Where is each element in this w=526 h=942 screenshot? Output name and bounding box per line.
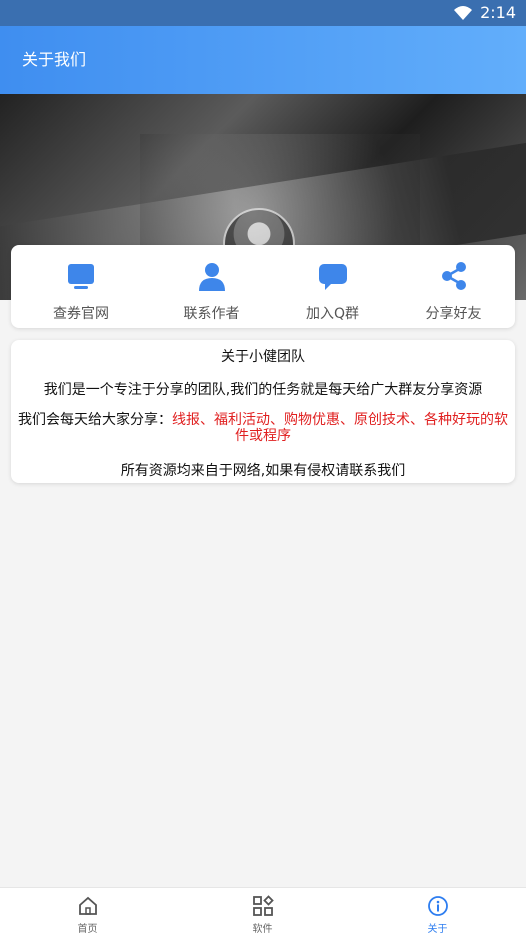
nav-about[interactable]: 关于 [350,888,525,942]
about-card: 关于小健团队 我们是一个专注于分享的团队,我们的任务就是每天给广大群友分享资源 … [11,340,515,483]
chat-icon [318,264,347,290]
nav-label: 首页 [77,924,98,935]
action-label: 查券官网 [53,306,109,322]
about-mission: 我们是一个专注于分享的团队,我们的任务就是每天给广大群友分享资源 [43,382,483,398]
app-bar: 关于我们 [0,26,526,94]
share-list-items: 线报、福利活动、购物优惠、原创技术、各种好玩的软件或程序 [172,412,508,444]
nav-home[interactable]: 首页 [0,888,175,942]
action-coupon-site[interactable]: 查券官网 [11,245,151,328]
page-title: 关于我们 [22,50,87,69]
action-label: 分享好友 [425,306,482,322]
action-label: 联系作者 [183,306,240,322]
nav-label: 关于 [427,924,448,935]
status-bar: 2:14 [0,0,526,26]
bottom-navigation: 首页 软件 关于 [0,887,526,942]
action-label: 加入Q群 [305,306,360,322]
status-time: 2:14 [480,3,516,22]
share-list-prefix: 我们会每天给大家分享： [18,412,172,428]
about-share-list: 我们会每天给大家分享：线报、福利活动、购物优惠、原创技术、各种好玩的软件或程序 [18,412,508,444]
action-join-group[interactable]: 加入Q群 [272,245,393,328]
nav-software[interactable]: 软件 [175,888,350,942]
share-icon [441,262,466,290]
info-icon [427,896,448,916]
apps-icon [252,895,274,916]
about-disclaimer: 所有资源均来自于网络,如果有侵权请联系我们 [120,463,406,479]
nav-label: 软件 [252,924,273,935]
person-icon [198,263,225,291]
monitor-icon [68,264,94,289]
action-share-friends[interactable]: 分享好友 [393,245,514,328]
action-card: 查券官网 联系作者 加入Q群 分享好友 [11,245,515,328]
wifi-icon [454,5,473,20]
action-contact-author[interactable]: 联系作者 [151,245,272,328]
home-icon [78,896,97,915]
about-title: 关于小健团队 [221,349,305,365]
status-indicators: 2:14 [454,3,516,22]
